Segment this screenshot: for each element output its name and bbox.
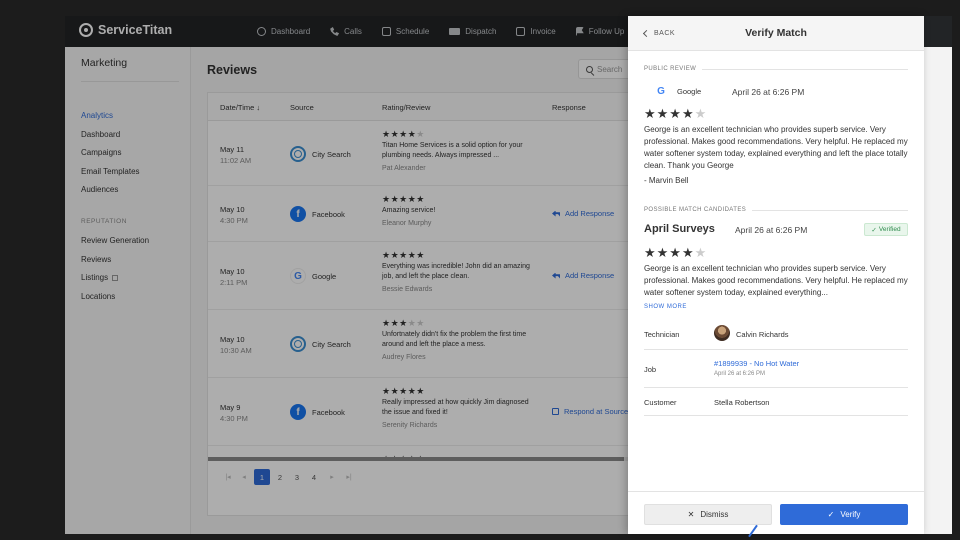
divider: [752, 209, 908, 211]
verified-label: Verified: [878, 226, 901, 233]
verify-match-panel: BACK Verify Match PUBLIC REVIEW G Google…: [628, 16, 924, 534]
panel-title: Verify Match: [745, 27, 807, 39]
modal-overlay[interactable]: [65, 16, 629, 534]
review-text: George is an excellent technician who pr…: [644, 125, 908, 170]
candidate-text: George is an excellent technician who pr…: [644, 264, 908, 297]
close-icon: ✕: [687, 510, 695, 519]
job-date: April 26 at 6:26 PM: [714, 371, 766, 377]
panel-header: BACK Verify Match: [628, 16, 924, 51]
verified-badge: ✓ Verified: [864, 223, 908, 236]
show-more-link[interactable]: SHOW MORE: [644, 304, 687, 310]
check-icon: ✓: [827, 510, 835, 519]
customer-row: Customer Stella Robertson: [644, 388, 908, 416]
dismiss-button[interactable]: ✕ Dismiss: [644, 504, 772, 525]
divider: [702, 68, 908, 70]
star-icon: ★★★★: [644, 245, 695, 260]
star-empty-icon: ★: [694, 106, 708, 121]
job-link[interactable]: #1899939 - No Hot Water: [714, 359, 799, 368]
candidates-section-label: POSSIBLE MATCH CANDIDATES: [644, 207, 908, 213]
panel-footer: ✕ Dismiss ✓ Verify: [628, 491, 924, 534]
job-row: Job #1899939 - No Hot Water April 26 at …: [644, 350, 908, 388]
section-label: PUBLIC REVIEW: [644, 66, 697, 72]
check-icon: ✓: [871, 226, 877, 234]
star-empty-icon: ★: [694, 245, 708, 260]
technician-name: Calvin Richards: [736, 330, 789, 339]
customer-label: Customer: [644, 398, 677, 407]
technician-label: Technician: [644, 330, 680, 339]
avatar: [714, 325, 730, 341]
review-author: - Marvin Bell: [644, 176, 689, 185]
job-value: #1899939 - No Hot Water April 26 at 6:26…: [714, 359, 799, 377]
public-review-section-label: PUBLIC REVIEW: [644, 66, 908, 72]
candidate-stars: ★★★★★: [644, 245, 707, 261]
star-icon: ★★★★: [644, 106, 695, 121]
google-icon: G: [657, 85, 665, 97]
verify-button[interactable]: ✓ Verify: [780, 504, 908, 525]
candidate-date: April 26 at 6:26 PM: [735, 225, 808, 235]
review-date: April 26 at 6:26 PM: [732, 87, 805, 97]
review-stars: ★★★★★: [644, 106, 707, 122]
customer-name: Stella Robertson: [714, 398, 770, 407]
technician-row: Technician Calvin Richards: [644, 319, 908, 350]
dismiss-label: Dismiss: [700, 510, 729, 519]
verify-label: Verify: [840, 510, 861, 519]
review-source: Google: [677, 87, 702, 96]
job-label: Job: [644, 365, 657, 374]
section-label: POSSIBLE MATCH CANDIDATES: [644, 207, 747, 213]
candidate-title: April Surveys: [644, 223, 715, 235]
